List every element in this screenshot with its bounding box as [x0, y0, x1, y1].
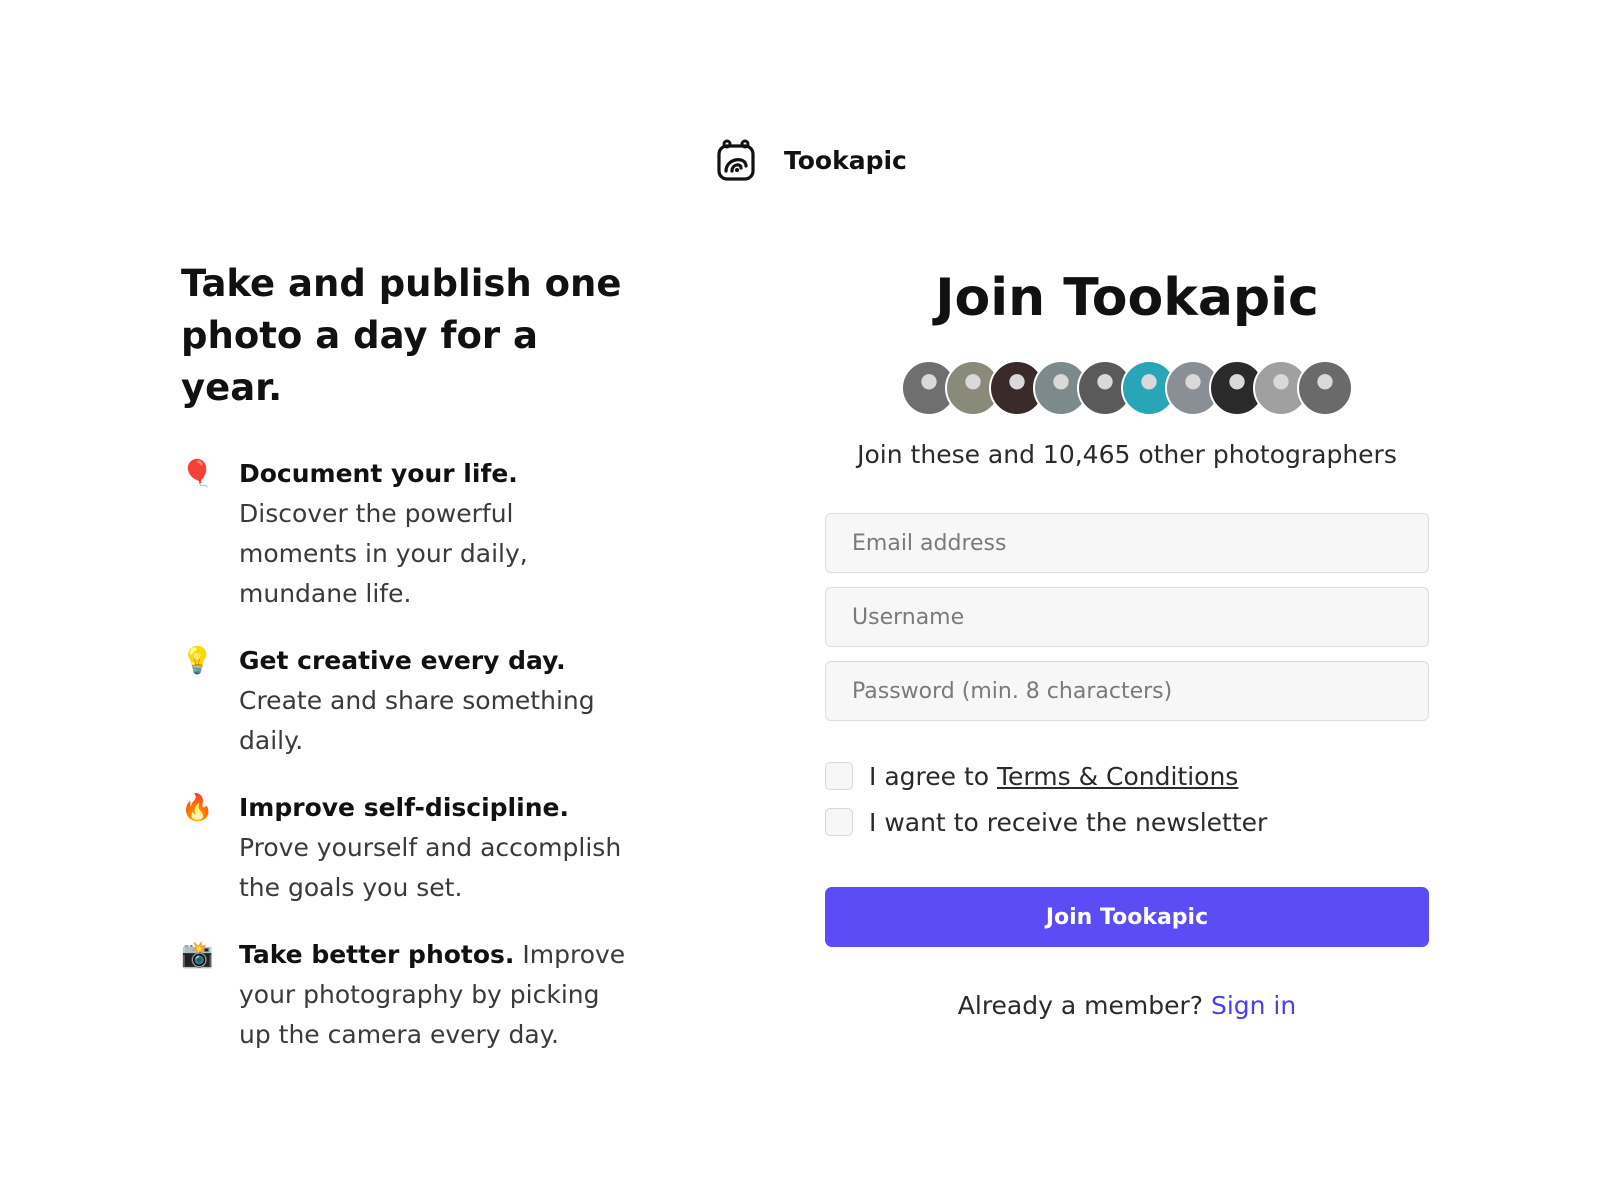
join-heading: Join Tookapic	[935, 268, 1319, 328]
password-field[interactable]	[825, 661, 1429, 721]
avatar[interactable]	[1297, 360, 1353, 416]
terms-checkbox[interactable]	[825, 762, 853, 790]
photographer-count: Join these and 10,465 other photographer…	[857, 440, 1397, 469]
feature-text: Take better photos. Improve your photogr…	[239, 935, 634, 1055]
feature-body: Discover the powerful moments in your da…	[239, 499, 528, 608]
signup-column: Join Tookapic Join these and 10,465 othe…	[825, 258, 1429, 1020]
benefits-column: Take and publish one photo a day for a y…	[181, 258, 651, 1082]
email-field[interactable]	[825, 513, 1429, 573]
terms-link[interactable]: Terms & Conditions	[997, 762, 1238, 791]
feature-item: 🔥 Improve self-discipline. Prove yoursel…	[181, 788, 651, 908]
feature-body: Create and share something daily.	[239, 686, 595, 755]
terms-label: I agree to Terms & Conditions	[869, 762, 1238, 791]
newsletter-row: I want to receive the newsletter	[825, 799, 1429, 845]
feature-text: Get creative every day. Create and share…	[239, 641, 634, 761]
feature-list: 🎈 Document your life. Discover the power…	[181, 454, 651, 1055]
signin-link[interactable]: Sign in	[1211, 991, 1296, 1020]
join-button[interactable]: Join Tookapic	[825, 887, 1429, 947]
consent-checks: I agree to Terms & Conditions I want to …	[825, 753, 1429, 845]
feature-title: Take better photos.	[239, 940, 515, 969]
feature-title: Improve self-discipline.	[239, 793, 569, 822]
brand-header[interactable]: Tookapic	[716, 138, 907, 182]
terms-row: I agree to Terms & Conditions	[825, 753, 1429, 799]
feature-item: 🎈 Document your life. Discover the power…	[181, 454, 651, 614]
signup-form: I agree to Terms & Conditions I want to …	[825, 513, 1429, 947]
avatar-stack	[825, 360, 1429, 416]
tagline: Take and publish one photo a day for a y…	[181, 262, 622, 409]
feature-text: Improve self-discipline. Prove yourself …	[239, 788, 634, 908]
username-field[interactable]	[825, 587, 1429, 647]
balloon-icon: 🎈	[181, 459, 214, 489]
signup-page: Tookapic Take and publish one photo a da…	[0, 0, 1600, 1200]
feature-text: Document your life. Discover the powerfu…	[239, 454, 634, 614]
camera-flash-icon: 📸	[181, 940, 214, 970]
terms-prefix: I agree to	[869, 761, 997, 791]
signin-prompt: Already a member? Sign in	[825, 991, 1429, 1020]
newsletter-label: I want to receive the newsletter	[869, 807, 1268, 837]
brand-name: Tookapic	[784, 145, 907, 175]
feature-body: Prove yourself and accomplish the goals …	[239, 833, 622, 902]
feature-item: 📸 Take better photos. Improve your photo…	[181, 935, 651, 1055]
feature-title: Get creative every day.	[239, 646, 566, 675]
lightbulb-icon: 💡	[181, 646, 214, 676]
fire-icon: 🔥	[181, 793, 214, 823]
feature-item: 💡 Get creative every day. Create and sha…	[181, 641, 651, 761]
feature-title: Document your life.	[239, 459, 518, 488]
camera-logo-icon	[717, 139, 755, 181]
already-member-text: Already a member?	[957, 991, 1211, 1020]
newsletter-checkbox[interactable]	[825, 808, 853, 836]
